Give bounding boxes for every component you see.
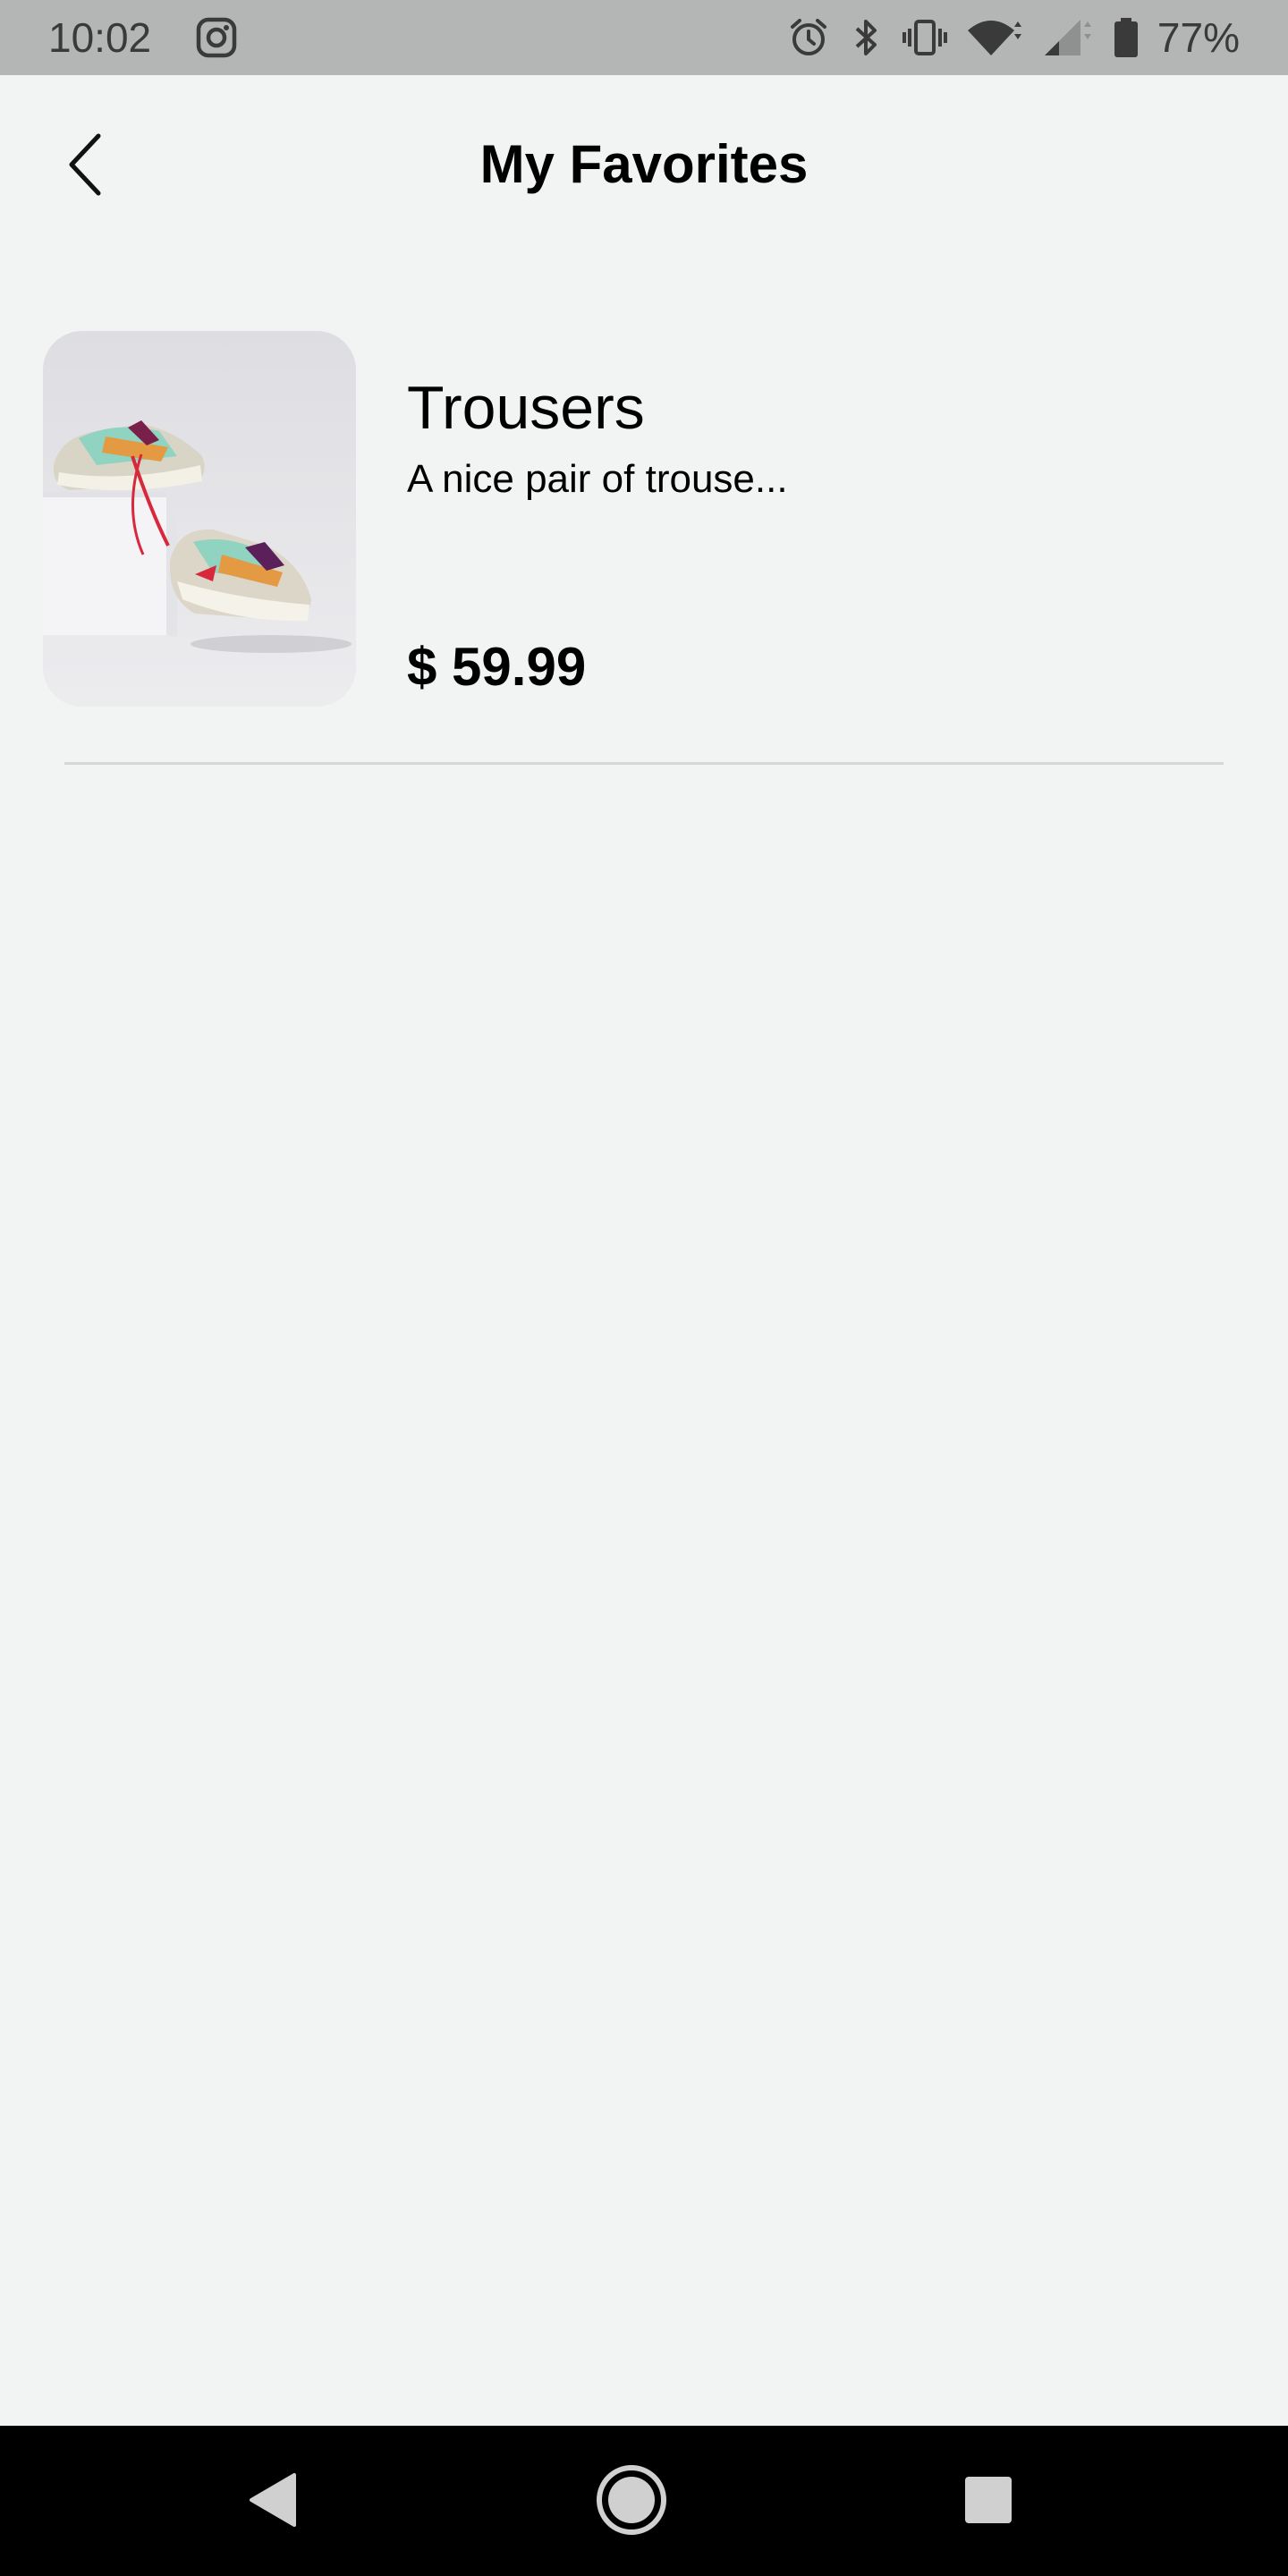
recents-square-icon [963, 2475, 1013, 2529]
product-price: $ 59.99 [407, 637, 587, 697]
favorites-screen: 10:02 77% My Favorites Trousers A nice p… [0, 0, 1288, 2576]
page-title: My Favorites [479, 134, 809, 194]
status-bar: 10:02 77% [0, 0, 1288, 75]
vibrate-icon [902, 16, 948, 59]
divider [64, 762, 1224, 765]
cell-signal-icon [1041, 16, 1095, 59]
instagram-icon [195, 16, 238, 59]
product-image [43, 331, 356, 707]
battery-percent: 77% [1157, 14, 1240, 61]
status-icons: 77% [787, 11, 1240, 64]
app-bar: My Favorites [0, 75, 1288, 254]
nav-home-button[interactable] [591, 2462, 672, 2542]
battery-icon [1113, 16, 1140, 59]
bluetooth-icon [848, 16, 884, 59]
product-description: A nice pair of trouse... [407, 457, 788, 501]
product-name: Trousers [407, 374, 645, 442]
wifi-icon [966, 16, 1023, 59]
favorite-item[interactable]: Trousers A nice pair of trouse... $ 59.9… [43, 331, 1224, 708]
alarm-icon [787, 16, 830, 59]
back-triangle-icon [246, 2471, 300, 2533]
status-time: 10:02 [48, 14, 152, 61]
system-nav-bar [0, 2426, 1288, 2576]
home-circle-icon [594, 2462, 669, 2542]
nav-back-button[interactable] [233, 2462, 313, 2542]
nav-recents-button[interactable] [948, 2462, 1029, 2542]
